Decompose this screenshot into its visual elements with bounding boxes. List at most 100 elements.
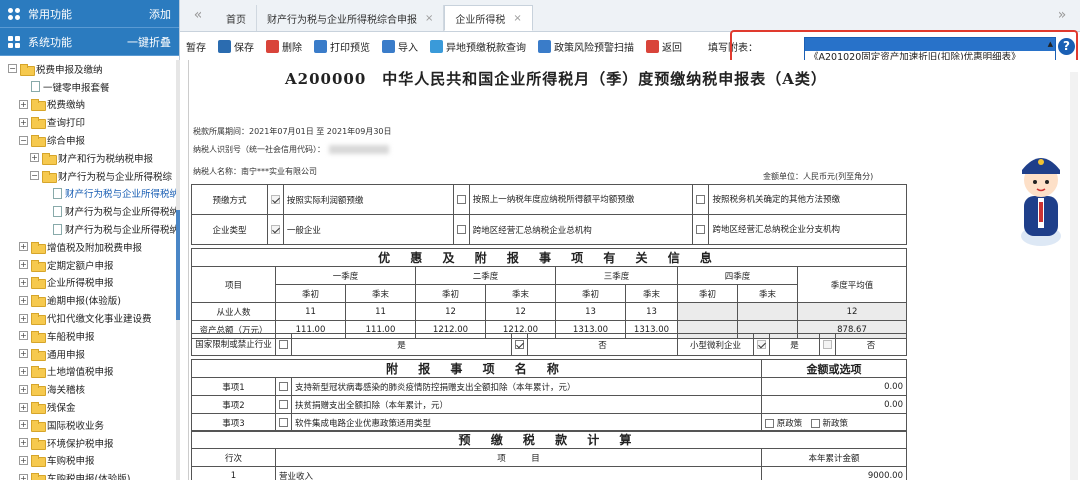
tab-scroll-left-button[interactable]: « (180, 0, 216, 31)
sidebar-item[interactable]: − 综合申报 (0, 131, 176, 149)
sidebar-item[interactable]: + 增值税及附加税费申报 (0, 238, 176, 256)
type-hq-checkbox[interactable] (456, 224, 466, 234)
sidebar-item[interactable]: 财产行为税与企业所得税纳 (0, 185, 176, 203)
expand-icon[interactable]: + (19, 99, 28, 109)
row-value[interactable]: 9000.00 (761, 466, 907, 480)
expand-icon[interactable]: + (19, 366, 28, 376)
sidebar-item[interactable]: + 海关稽核 (0, 380, 176, 398)
employee-cell[interactable]: 13 (555, 302, 626, 321)
tab-label: 财产行为税与企业所得税综合申报 (267, 14, 417, 26)
expand-icon[interactable]: + (19, 277, 28, 287)
matter-value[interactable]: 0.00 (761, 395, 907, 414)
collapse-all-button[interactable]: 一键折叠 (127, 34, 171, 50)
tab-scroll-right-button[interactable]: » (1044, 0, 1080, 31)
common-functions-bar[interactable]: 常用功能 添加 (0, 0, 179, 28)
dropdown-arrow-icon[interactable]: ▲ (1048, 40, 1053, 48)
system-functions-bar[interactable]: 系统功能 一键折叠 (0, 28, 179, 56)
type-general-checkbox[interactable] (270, 224, 280, 234)
expand-icon[interactable]: + (19, 438, 28, 448)
sidebar-item[interactable]: 一键零申报套餐 (0, 78, 176, 96)
sidebar-item[interactable]: + 查询打印 (0, 113, 176, 131)
help-icon[interactable]: ? (1058, 38, 1075, 55)
policy-options: 原政策 新政策 (761, 413, 907, 432)
employee-cell[interactable]: 11 (345, 302, 416, 321)
old-policy-checkbox[interactable] (765, 418, 774, 428)
restricted-yes-checkbox[interactable] (279, 339, 288, 349)
sidebar-item[interactable]: + 通用申报 (0, 345, 176, 363)
delete-button[interactable]: 删除 (266, 39, 302, 54)
policy-risk-scan-button[interactable]: 政策风险预警扫描 (538, 39, 634, 54)
sidebar-item[interactable]: + 税费缴纳 (0, 96, 176, 114)
matter2-checkbox[interactable] (279, 399, 288, 409)
prepay-other-checkbox[interactable] (696, 194, 706, 204)
back-button[interactable]: 返回 (646, 39, 682, 54)
employee-average: 12 (797, 302, 907, 321)
tab-enterprise-income-tax[interactable]: 企业所得税 × (444, 5, 533, 31)
expand-icon[interactable]: + (30, 153, 39, 163)
restricted-no-checkbox[interactable] (515, 339, 524, 349)
sidebar-scrollbar[interactable] (176, 60, 180, 480)
sidebar-item[interactable]: 财产行为税与企业所得税纳 (0, 220, 176, 238)
quarter-header: 一季度 (275, 266, 416, 285)
matter-value[interactable]: 0.00 (761, 377, 907, 396)
yes-label: 是 (769, 333, 820, 356)
employee-cell[interactable]: 13 (625, 302, 678, 321)
employee-cell[interactable]: 12 (485, 302, 556, 321)
form-scrollbar[interactable] (1070, 72, 1078, 480)
small-yes-checkbox[interactable] (757, 339, 766, 349)
sidebar-item[interactable]: + 国际税收业务 (0, 416, 176, 434)
close-icon[interactable]: × (513, 13, 521, 24)
sidebar-item[interactable]: + 代扣代缴文化事业建设费 (0, 309, 176, 327)
collapse-icon[interactable]: − (8, 64, 17, 74)
expand-icon[interactable]: + (19, 473, 28, 480)
collapse-icon[interactable]: − (30, 171, 39, 181)
collapse-icon[interactable]: − (19, 135, 28, 145)
employee-cell[interactable]: 11 (275, 302, 346, 321)
expand-icon[interactable]: + (19, 242, 28, 252)
import-button[interactable]: 导入 (382, 39, 418, 54)
save-draft-button[interactable]: 暂存 (186, 39, 206, 54)
expand-icon[interactable]: + (19, 402, 28, 412)
sidebar-item[interactable]: + 车购税申报(体验版) (0, 469, 176, 480)
expand-icon[interactable]: + (19, 117, 28, 127)
small-no-checkbox[interactable] (823, 339, 832, 349)
expand-icon[interactable]: + (19, 349, 28, 359)
prepay-avg-checkbox[interactable] (456, 194, 466, 204)
print-preview-button[interactable]: 打印预览 (314, 39, 370, 54)
tab-home[interactable]: 首页 (216, 5, 257, 31)
matter3-checkbox[interactable] (279, 417, 288, 427)
expand-icon[interactable]: + (19, 260, 28, 270)
expand-icon[interactable]: + (19, 420, 28, 430)
button-label: 暂存 (186, 42, 206, 54)
expand-icon[interactable]: + (19, 384, 28, 394)
sidebar-item[interactable]: + 定期定额户申报 (0, 256, 176, 274)
save-button[interactable]: 保存 (218, 39, 254, 54)
sidebar-item[interactable]: 财产行为税与企业所得税纳 (0, 202, 176, 220)
matter1-checkbox[interactable] (279, 381, 288, 391)
sidebar-item[interactable]: + 财产和行为税纳税申报 (0, 149, 176, 167)
sidebar-item[interactable]: + 企业所得税申报 (0, 274, 176, 292)
sidebar-item[interactable]: + 环境保护税申报 (0, 434, 176, 452)
remote-prepay-query-button[interactable]: 异地预缴税款查询 (430, 39, 526, 54)
type-branch-checkbox[interactable] (696, 224, 706, 234)
mascot-icon[interactable] (1010, 140, 1072, 248)
prepay-actual-checkbox[interactable] (270, 194, 280, 204)
new-policy-checkbox[interactable] (810, 418, 820, 428)
employee-cell[interactable]: 12 (415, 302, 486, 321)
expand-icon[interactable]: + (19, 455, 28, 465)
close-icon[interactable]: × (425, 13, 433, 24)
button-label: 保存 (234, 42, 254, 54)
expand-icon[interactable]: + (19, 313, 28, 323)
sidebar-item-label: 代扣代缴文化事业建设费 (47, 314, 152, 326)
sidebar-item[interactable]: − 财产行为税与企业所得税综 (0, 167, 176, 185)
tab-combined-filing[interactable]: 财产行为税与企业所得税综合申报 × (257, 5, 445, 31)
sidebar-item[interactable]: + 逾期申报(体验版) (0, 291, 176, 309)
sidebar-item[interactable]: − 税费申报及缴纳 (0, 60, 176, 78)
expand-icon[interactable]: + (19, 331, 28, 341)
add-button[interactable]: 添加 (149, 6, 171, 22)
sidebar-item[interactable]: + 土地增值税申报 (0, 363, 176, 381)
sidebar-item[interactable]: + 残保金 (0, 398, 176, 416)
expand-icon[interactable]: + (19, 295, 28, 305)
sidebar-item[interactable]: + 车购税申报 (0, 452, 176, 470)
sidebar-item[interactable]: + 车船税申报 (0, 327, 176, 345)
